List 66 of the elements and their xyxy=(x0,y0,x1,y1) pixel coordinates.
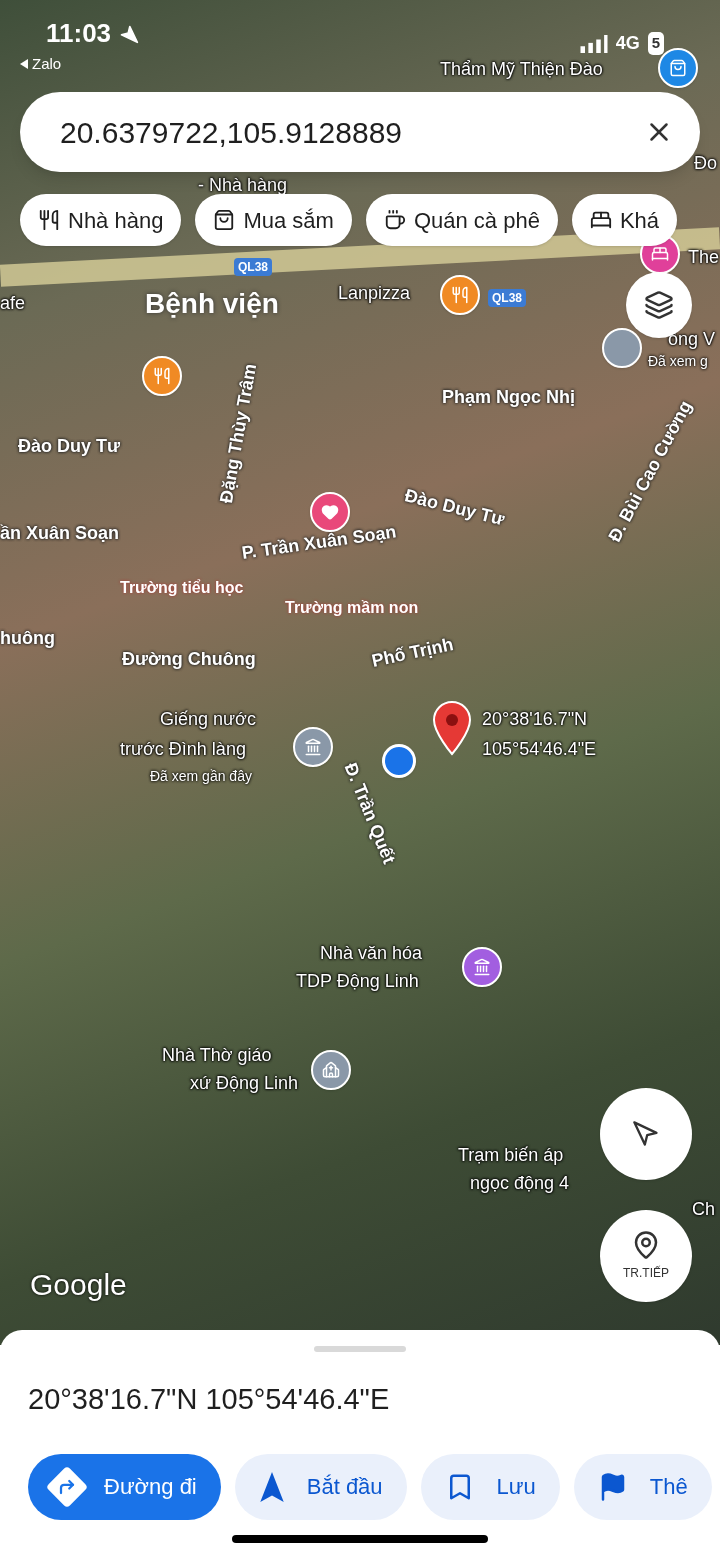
map-label: Đào Duy Tư xyxy=(18,435,121,458)
signal-icon xyxy=(579,34,608,53)
category-chip[interactable]: Nhà hàng xyxy=(20,194,182,246)
bed-icon xyxy=(651,245,669,263)
map-label: Nhà văn hóa xyxy=(320,942,423,965)
action-button[interactable]: Đường đi xyxy=(28,1453,221,1520)
map-label: Đã xem g xyxy=(648,352,708,371)
map-label: Đã xem gần đây xyxy=(150,767,252,786)
utensils-icon xyxy=(153,367,171,385)
map-label: Trạm biến áp xyxy=(458,1144,564,1167)
utensils-icon xyxy=(38,209,60,231)
category-chip[interactable]: Mua sắm xyxy=(195,194,352,246)
map-label: P. Trần Xuân Soạn xyxy=(240,520,399,565)
map-label: Lanpizza xyxy=(338,282,411,305)
map-label: ông V xyxy=(668,328,716,351)
map-label: Bệnh viện xyxy=(145,287,279,321)
action-button[interactable]: Bắt đầu xyxy=(234,1453,407,1520)
back-triangle-icon[interactable] xyxy=(20,59,28,70)
map-label: TDP Động Linh xyxy=(296,970,419,993)
map-label: afe xyxy=(0,292,26,315)
map-label: Nhà Thờ giáo xyxy=(162,1044,272,1067)
clock-time: 11:03 xyxy=(46,17,112,50)
utensils-icon xyxy=(451,286,469,304)
bag-icon xyxy=(213,209,236,231)
landmark-icon xyxy=(473,958,491,976)
bed-icon xyxy=(589,209,612,231)
route-badge: QL38 xyxy=(488,289,526,307)
landmark-icon xyxy=(304,738,322,756)
navigation-arrow-icon xyxy=(632,1120,660,1148)
map-label: - Nhà hàng xyxy=(198,174,288,197)
action-button[interactable]: Lưu xyxy=(420,1453,560,1520)
map-label: huông xyxy=(0,627,55,650)
map-label: Đặng Thùy Trâm xyxy=(214,361,262,506)
map-label: 105°54'46.4"E xyxy=(482,738,597,761)
map-label: Phố Trịnh xyxy=(369,632,456,673)
map-pin-icon[interactable] xyxy=(432,700,472,756)
bag-icon xyxy=(669,59,687,77)
action-button[interactable]: Thê xyxy=(573,1453,712,1520)
map-label: ngọc động 4 xyxy=(470,1172,570,1195)
map-label: Trường mầm non xyxy=(285,598,419,618)
map-label: Ch xyxy=(692,1198,715,1221)
map-label: xứ Động Linh xyxy=(190,1072,299,1095)
map-label: 20°38'16.7"N xyxy=(482,708,588,731)
map-label: Trường tiểu học xyxy=(120,578,244,598)
map-label: ần Xuân Soạn xyxy=(0,522,120,545)
route-badge: QL38 xyxy=(234,258,272,276)
coordinates-title: 20°38'16.7"N 105°54'46.4"E xyxy=(28,1382,391,1417)
network-type: 4G xyxy=(615,32,640,55)
map-label: trước Đình làng xyxy=(120,738,246,761)
google-watermark: Google xyxy=(30,1267,127,1303)
church-icon xyxy=(322,1061,340,1079)
map-label: Thẩm Mỹ Thiện Đào xyxy=(440,58,603,81)
map-label: Giếng nước xyxy=(160,708,256,731)
map-label: Phạm Ngọc Nhị xyxy=(442,386,575,409)
map-label: Đ. Trần Quết xyxy=(339,758,401,869)
location-arrow-icon xyxy=(119,23,140,44)
layers-icon xyxy=(644,290,674,320)
navigation-arrow-icon xyxy=(258,1470,285,1503)
category-chip[interactable]: Quán cà phê xyxy=(365,194,558,246)
map-label: Đường Chuông xyxy=(122,648,256,671)
back-app-link[interactable]: Zalo xyxy=(32,53,62,76)
map-label: Đào Duy Tư xyxy=(401,484,508,532)
coffee-cup-icon xyxy=(383,209,406,231)
heart-icon xyxy=(321,503,339,521)
map-label: The xyxy=(688,246,720,269)
category-chip[interactable]: Khá xyxy=(571,194,678,246)
